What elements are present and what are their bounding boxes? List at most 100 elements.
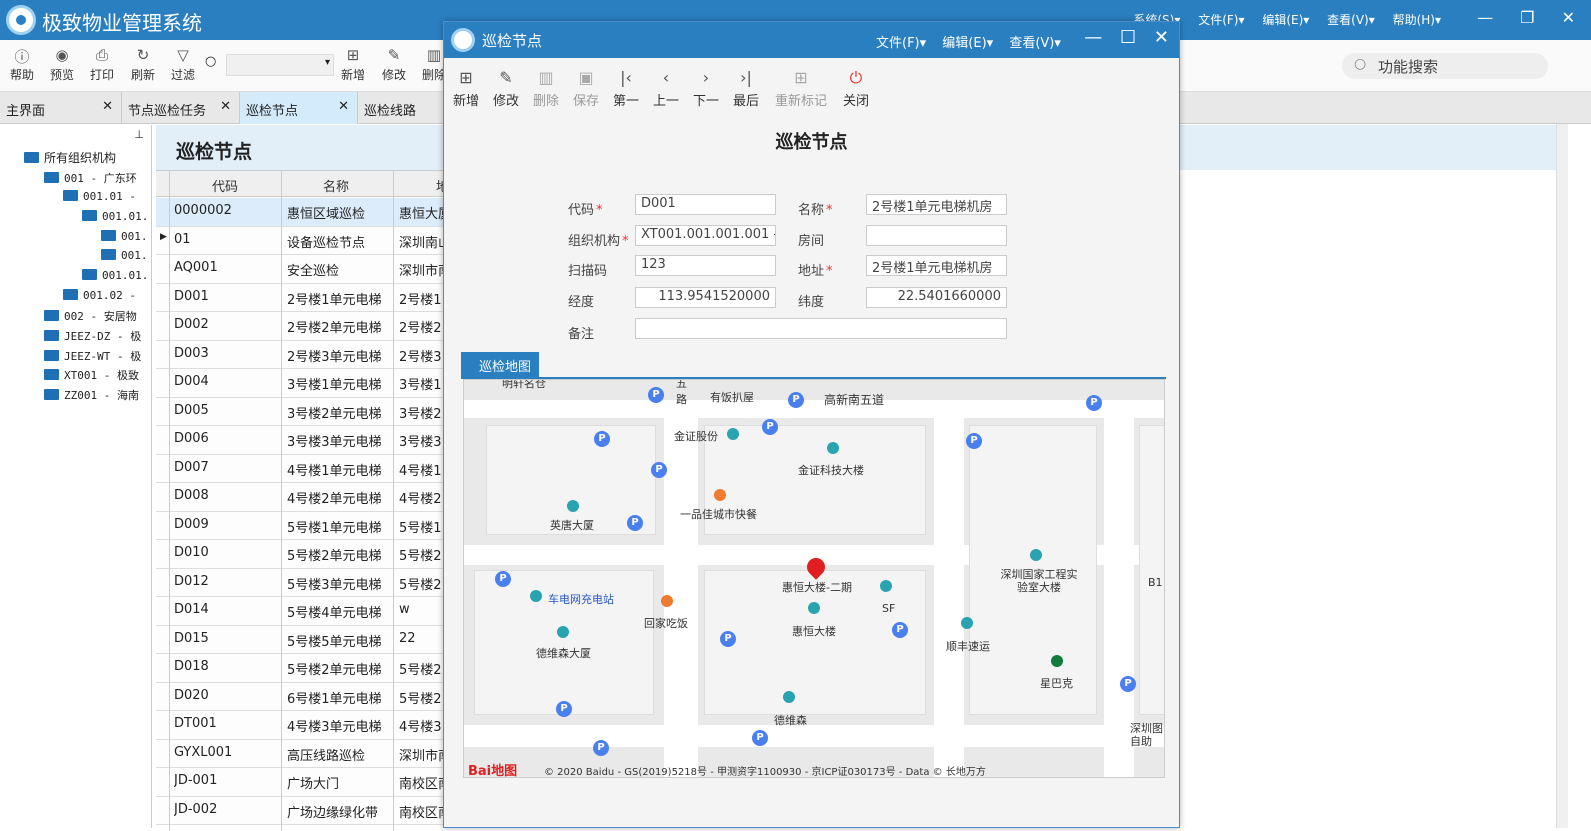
table-row[interactable]: JD-001 广场大门 南校区南: [156, 768, 446, 797]
table-row[interactable]: D009 5号楼1单元电梯 5号楼1: [156, 511, 446, 540]
dialog-menu-view[interactable]: 查看(V)▾: [1009, 36, 1061, 51]
parking-icon[interactable]: P: [892, 622, 908, 638]
menu-help[interactable]: 帮助(H)▾: [1393, 13, 1441, 27]
column-header-name[interactable]: 名称: [323, 176, 349, 195]
table-row[interactable]: DT001 4号楼3单元电梯 4号楼3: [156, 711, 446, 740]
tree-node[interactable]: XT001 - 极致: [44, 367, 139, 383]
close-icon[interactable]: ✕: [102, 99, 113, 114]
code-field[interactable]: D001: [635, 194, 776, 215]
print-button[interactable]: ⎙ 打印: [82, 46, 122, 83]
tree-node[interactable]: ZZ001 - 海南: [44, 387, 139, 403]
filter-button[interactable]: ▽ 过滤: [163, 46, 203, 83]
table-row[interactable]: D004 3号楼1单元电梯 3号楼1: [156, 369, 446, 398]
tree-node[interactable]: 001.01.: [82, 210, 148, 223]
tree-node[interactable]: 002 - 安居物: [44, 308, 137, 324]
close-icon[interactable]: ✕: [1154, 27, 1169, 48]
refresh-button[interactable]: ↻ 刷新: [123, 46, 163, 83]
parking-icon[interactable]: P: [1086, 395, 1102, 411]
tab-inspection-map[interactable]: 巡检地图: [461, 352, 539, 378]
table-row[interactable]: D007 4号楼1单元电梯 4号楼1: [156, 454, 446, 483]
parking-icon[interactable]: P: [966, 433, 982, 449]
longitude-field[interactable]: 113.9541520000: [635, 287, 776, 308]
address-field[interactable]: 2号楼1单元电梯机房: [866, 255, 1007, 276]
dialog-close-button[interactable]: ⏻ 关闭: [836, 68, 876, 109]
remark-button[interactable]: ⊞ 重新标记: [774, 68, 828, 109]
parking-icon[interactable]: P: [648, 387, 664, 403]
tab-inspection-node[interactable]: 巡检节点 ✕: [240, 92, 358, 124]
table-row[interactable]: AQ001 安全巡检 深圳市南: [156, 255, 446, 284]
tree-node[interactable]: 001.02 -: [63, 289, 136, 302]
table-row[interactable]: 0000002 惠恒区域巡检 惠恒大厦: [156, 198, 446, 227]
table-row[interactable]: D005 3号楼2单元电梯 3号楼2: [156, 397, 446, 426]
main-scrollbar[interactable]: [1556, 124, 1568, 828]
note-field[interactable]: [635, 318, 1007, 339]
parking-icon[interactable]: P: [762, 419, 778, 435]
name-field[interactable]: 2号楼1单元电梯机房: [866, 194, 1007, 215]
table-row[interactable]: D014 5号楼4单元电梯 w: [156, 597, 446, 626]
dialog-edit-button[interactable]: ✎ 修改: [486, 68, 526, 109]
table-row[interactable]: D010 5号楼2单元电梯 5号楼2: [156, 540, 446, 569]
tab-home[interactable]: 主界面 ✕: [0, 92, 122, 124]
table-row[interactable]: JD-002 广场边缘绿化带 南校区南: [156, 796, 446, 825]
table-row[interactable]: D003 2号楼3单元电梯 2号楼3: [156, 340, 446, 369]
table-row[interactable]: D018 5号楼2单元电梯 5号楼2: [156, 654, 446, 683]
table-row[interactable]: D002 2号楼2单元电梯 2号楼2: [156, 312, 446, 341]
dialog-menu-edit[interactable]: 编辑(E)▾: [942, 36, 993, 51]
scan-code-field[interactable]: 123: [635, 255, 776, 276]
dialog-menu-file[interactable]: 文件(F)▾: [876, 36, 926, 51]
tree-node[interactable]: 001.01 -: [63, 190, 136, 203]
parking-icon[interactable]: P: [651, 462, 667, 478]
table-row[interactable]: D006 3号楼3单元电梯 3号楼3: [156, 426, 446, 455]
table-row[interactable]: D001 2号楼1单元电梯 2号楼1: [156, 283, 446, 312]
pin-icon[interactable]: ⊥: [134, 128, 144, 141]
table-row[interactable]: D008 4号楼2单元电梯 4号楼2: [156, 483, 446, 512]
close-icon[interactable]: ✕: [220, 99, 231, 114]
tab-node-inspection-task[interactable]: 节点巡检任务 ✕: [122, 92, 240, 124]
parking-icon[interactable]: P: [788, 392, 804, 408]
function-search-input[interactable]: ○ 功能搜索: [1342, 53, 1548, 79]
parking-icon[interactable]: P: [594, 431, 610, 447]
new-button[interactable]: ⊞ 新增: [333, 46, 373, 83]
tree-node[interactable]: 001 - 广东环: [44, 170, 137, 186]
parking-icon[interactable]: P: [627, 515, 643, 531]
tree-node-root[interactable]: 所有组织机构: [24, 149, 116, 166]
minimize-icon[interactable]: —: [1084, 27, 1102, 48]
inspection-map[interactable]: 明轩名仓 五路 有饭扒屋 高新南五道 金证股份 金证科技大楼 一品佳城市快餐 英…: [463, 379, 1165, 778]
tree-node[interactable]: 001.01.: [82, 269, 148, 282]
search-input[interactable]: [226, 54, 334, 76]
help-button[interactable]: ⓘ 帮助: [2, 46, 42, 83]
first-record-button[interactable]: |‹ 第一: [606, 68, 646, 109]
minimize-icon[interactable]: —: [1477, 8, 1493, 27]
table-row[interactable]: GYXL001 高压线路巡检 深圳市南: [156, 739, 446, 768]
close-icon[interactable]: ✕: [338, 99, 349, 114]
table-row[interactable]: D012 5号楼3单元电梯 5号楼2: [156, 568, 446, 597]
org-field[interactable]: XT001.001.001.001 -: [635, 225, 776, 246]
parking-icon[interactable]: P: [556, 701, 572, 717]
edit-button[interactable]: ✎ 修改: [374, 46, 414, 83]
parking-icon[interactable]: P: [752, 730, 768, 746]
tree-node[interactable]: 001.: [101, 249, 148, 262]
menu-edit[interactable]: 编辑(E)▾: [1262, 13, 1309, 27]
previous-record-button[interactable]: ‹ 上一: [646, 68, 686, 109]
restore-icon[interactable]: ❐: [1520, 8, 1534, 27]
next-record-button[interactable]: › 下一: [686, 68, 726, 109]
last-record-button[interactable]: ›| 最后: [726, 68, 766, 109]
latitude-field[interactable]: 22.5401660000: [866, 287, 1007, 308]
parking-icon[interactable]: P: [720, 631, 736, 647]
menu-view[interactable]: 查看(V)▾: [1327, 13, 1375, 27]
tree-node[interactable]: JEEZ-WT - 极: [44, 348, 141, 364]
parking-icon[interactable]: P: [593, 740, 609, 756]
parking-icon[interactable]: P: [495, 571, 511, 587]
preview-button[interactable]: ◉ 预览: [42, 46, 82, 83]
table-row[interactable]: D020 6号楼1单元电梯 5号楼2: [156, 682, 446, 711]
close-icon[interactable]: ✕: [1562, 8, 1575, 27]
menu-file[interactable]: 文件(F)▾: [1198, 13, 1244, 27]
dialog-save-button[interactable]: ▣ 保存: [566, 68, 606, 109]
dialog-new-button[interactable]: ⊞ 新增: [446, 68, 486, 109]
tree-node[interactable]: 001.: [101, 230, 148, 243]
tree-node[interactable]: JEEZ-DZ - 极: [44, 328, 141, 344]
column-header-code[interactable]: 代码: [212, 176, 238, 195]
parking-icon[interactable]: P: [1120, 676, 1136, 692]
dialog-delete-button[interactable]: ▥ 删除: [526, 68, 566, 109]
table-row[interactable]: D015 5号楼5单元电梯 22: [156, 625, 446, 654]
